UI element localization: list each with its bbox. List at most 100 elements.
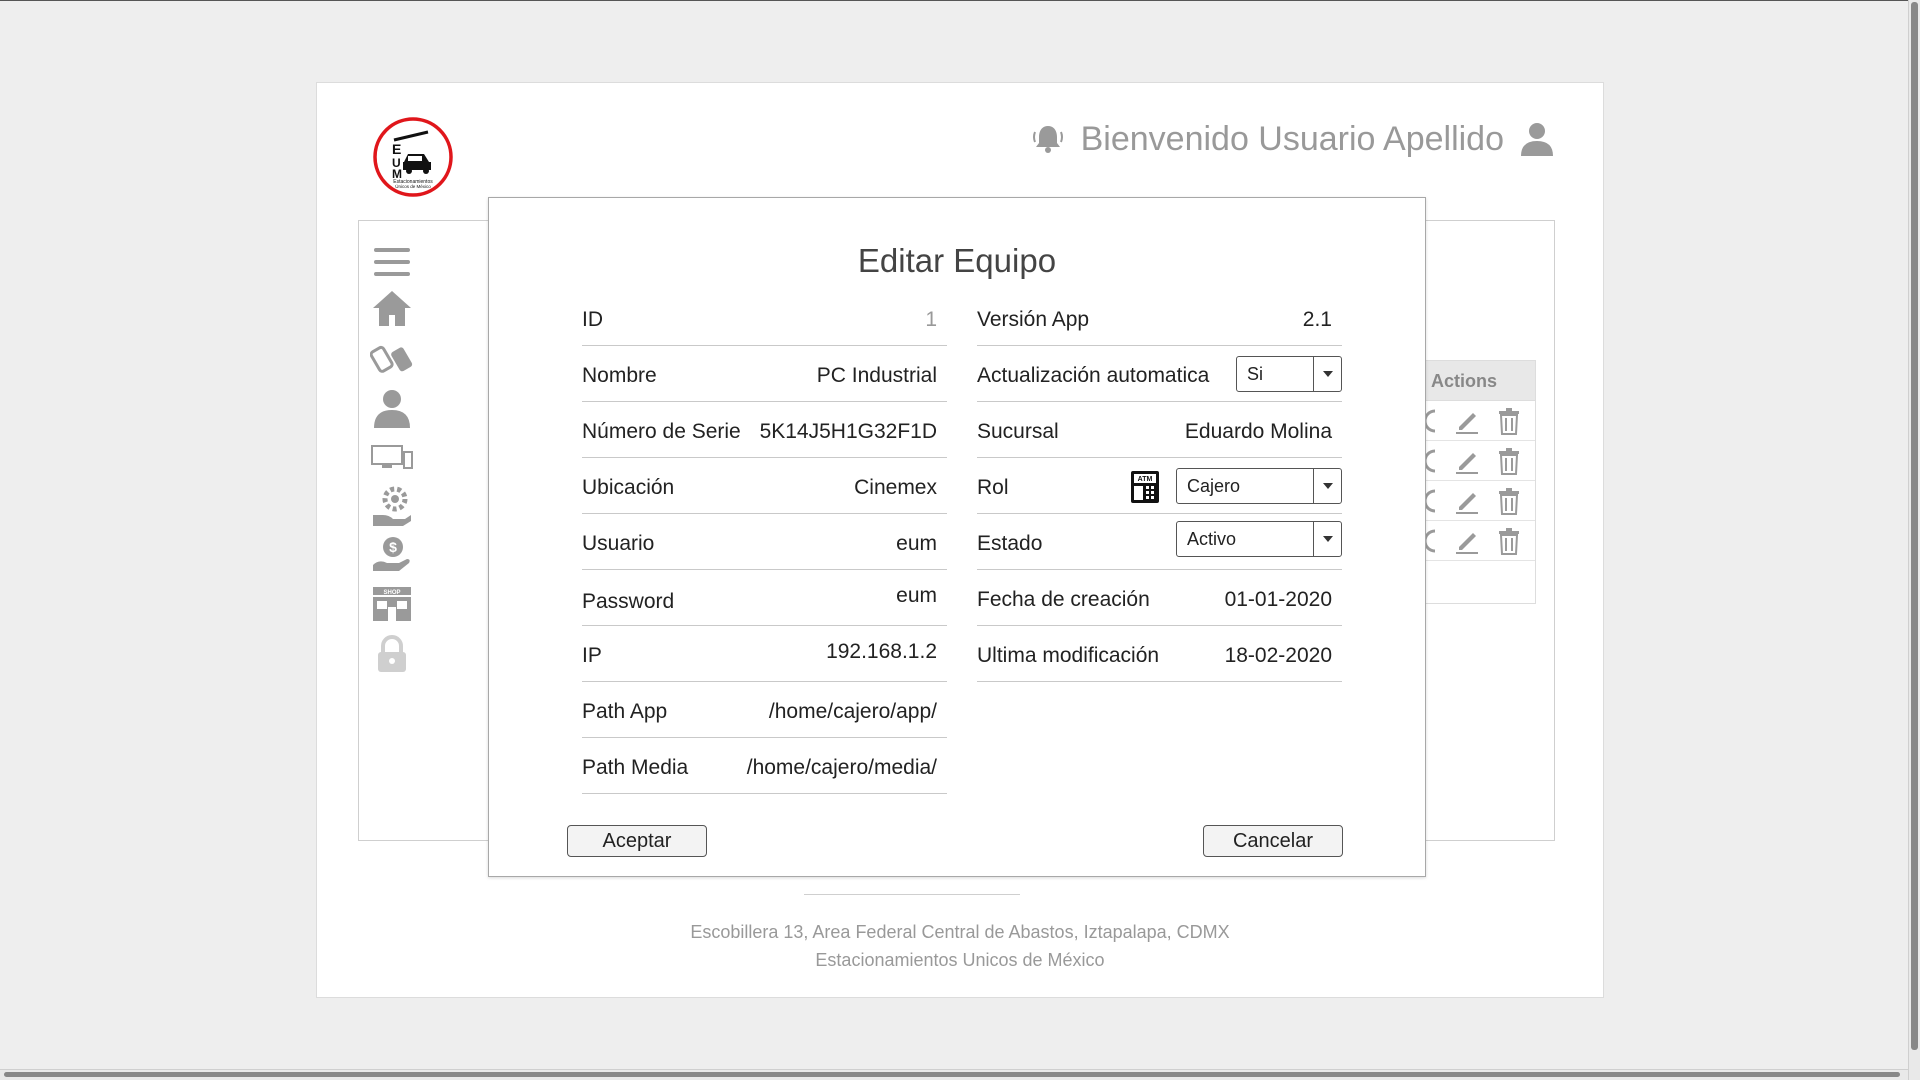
edit-icon[interactable] [1453, 527, 1481, 555]
version-label: Versión App [977, 308, 1090, 331]
rol-select[interactable]: Cajero [1176, 468, 1342, 504]
atm-icon: ATM [1130, 470, 1160, 504]
delete-icon[interactable] [1495, 487, 1523, 515]
password-label: Password [582, 590, 675, 613]
modified-value: 18-02-2020 [1224, 644, 1332, 667]
path-app-input[interactable]: /home/cajero/app/ [769, 700, 937, 724]
id-label: ID [582, 308, 603, 331]
lock-icon[interactable] [370, 632, 414, 676]
field-row-path-app: Path App /home/cajero/app/ [582, 682, 947, 738]
estado-select[interactable]: Activo [1176, 521, 1342, 557]
rol-label: Rol [977, 476, 1009, 499]
chevron-down-icon[interactable] [1313, 469, 1341, 503]
footer-company: Estacionamientos Unicos de México [815, 950, 1105, 970]
modal-title: Editar Equipo [857, 242, 1057, 279]
vertical-scrollbar[interactable] [1908, 0, 1920, 1080]
shop-icon[interactable]: SHOP [370, 582, 414, 626]
field-row-auto-update: Actualización automatica Si [977, 346, 1342, 402]
user-avatar-icon[interactable] [1518, 120, 1556, 158]
svg-text:$: $ [389, 539, 397, 555]
company-logo[interactable]: E U M Estacionamientos Únicos de México [372, 116, 454, 198]
delete-icon[interactable] [1495, 527, 1523, 555]
footer-address: Escobillera 13, Area Federal Central de … [690, 922, 1230, 942]
user-icon[interactable] [370, 386, 414, 430]
field-row-version: Versión App 2.1 [977, 290, 1342, 346]
field-row-estado: Estado Activo [977, 514, 1342, 570]
ip-input[interactable]: 192.168.1.2 [826, 640, 937, 664]
home-icon[interactable] [370, 286, 414, 330]
table-row [1421, 481, 1535, 521]
tickets-icon[interactable] [370, 336, 414, 380]
svg-text:SHOP: SHOP [383, 590, 400, 596]
edit-icon[interactable] [1453, 487, 1481, 515]
chevron-down-icon[interactable] [1313, 522, 1341, 556]
field-row-sucursal: Sucursal Eduardo Molina [977, 402, 1342, 458]
delete-icon[interactable] [1495, 407, 1523, 435]
auto-update-select[interactable]: Si [1236, 356, 1342, 392]
nombre-input[interactable]: PC Industrial [817, 364, 937, 388]
accept-button[interactable]: Aceptar [567, 825, 707, 857]
vertical-scrollbar-thumb[interactable] [1911, 2, 1918, 1050]
created-label: Fecha de creación [977, 588, 1150, 611]
devices-icon[interactable] [370, 436, 414, 480]
delete-icon[interactable] [1495, 447, 1523, 475]
field-row-ubicacion: Ubicación Cinemex [582, 458, 947, 514]
table-row [1421, 401, 1535, 441]
svg-text:E: E [392, 141, 401, 157]
chevron-down-icon[interactable] [1313, 357, 1341, 391]
id-value: 1 [925, 308, 937, 331]
ubicacion-input[interactable]: Cinemex [854, 476, 937, 500]
path-media-label: Path Media [582, 756, 689, 779]
edit-icon[interactable] [1453, 407, 1481, 435]
actions-column-header: Actions [1421, 361, 1535, 401]
table-row [1421, 521, 1535, 561]
estado-selected: Activo [1187, 529, 1237, 549]
usuario-label: Usuario [582, 532, 655, 555]
horizontal-scrollbar[interactable] [0, 1069, 1908, 1080]
field-row-path-media: Path Media /home/cajero/media/ [582, 738, 947, 794]
header-user-area: Bienvenido Usuario Apellido [1029, 114, 1556, 164]
rol-selected: Cajero [1187, 476, 1241, 496]
usuario-input[interactable]: eum [896, 532, 937, 556]
serial-label: Número de Serie [582, 420, 741, 443]
svg-text:Únicos de México: Únicos de México [395, 183, 431, 189]
path-app-label: Path App [582, 700, 668, 723]
table-row [1421, 441, 1535, 481]
sucursal-label: Sucursal [977, 420, 1059, 443]
field-row-nombre: Nombre PC Industrial [582, 346, 947, 402]
svg-text:ATM: ATM [1138, 476, 1153, 483]
estado-label: Estado [977, 532, 1043, 555]
field-row-serial: Número de Serie 5K14J5H1G32F1D [582, 402, 947, 458]
field-row-password: Password eum [582, 570, 947, 626]
cancel-button[interactable]: Cancelar [1203, 825, 1343, 857]
password-input[interactable]: eum [896, 584, 937, 608]
welcome-greeting: Bienvenido Usuario Apellido [1080, 119, 1504, 158]
bell-icon[interactable] [1029, 120, 1067, 158]
edit-icon[interactable] [1453, 447, 1481, 475]
money-hand-icon[interactable]: $ [370, 534, 414, 578]
auto-update-selected: Si [1247, 364, 1264, 384]
nombre-label: Nombre [582, 364, 657, 387]
field-row-created: Fecha de creación 01-01-2020 [977, 570, 1342, 626]
ip-label: IP [582, 644, 602, 667]
auto-update-label: Actualización automatica [977, 364, 1210, 387]
menu-icon[interactable] [370, 240, 414, 284]
field-row-rol: Rol ATM Cajero [977, 458, 1342, 514]
modified-label: Ultima modificación [977, 644, 1160, 667]
serial-input[interactable]: 5K14J5H1G32F1D [760, 420, 937, 444]
settings-hand-icon[interactable] [370, 484, 414, 528]
field-row-ip: IP 192.168.1.2 [582, 626, 947, 682]
ubicacion-label: Ubicación [582, 476, 675, 499]
field-row-usuario: Usuario eum [582, 514, 947, 570]
created-value: 01-01-2020 [1224, 588, 1332, 611]
version-value[interactable]: 2.1 [1303, 308, 1332, 332]
horizontal-scrollbar-thumb[interactable] [4, 1072, 1900, 1077]
field-row-modified: Ultima modificación 18-02-2020 [977, 626, 1342, 682]
devices-table: Actions [1420, 360, 1536, 604]
footer-divider [804, 894, 1020, 895]
path-media-input[interactable]: /home/cajero/media/ [747, 756, 937, 780]
window-top-border [0, 0, 1920, 1]
field-row-id: ID 1 [582, 290, 947, 346]
edit-device-modal: Editar Equipo ID 1 Nombre PC Industrial … [488, 197, 1426, 877]
sucursal-value[interactable]: Eduardo Molina [1185, 420, 1332, 444]
